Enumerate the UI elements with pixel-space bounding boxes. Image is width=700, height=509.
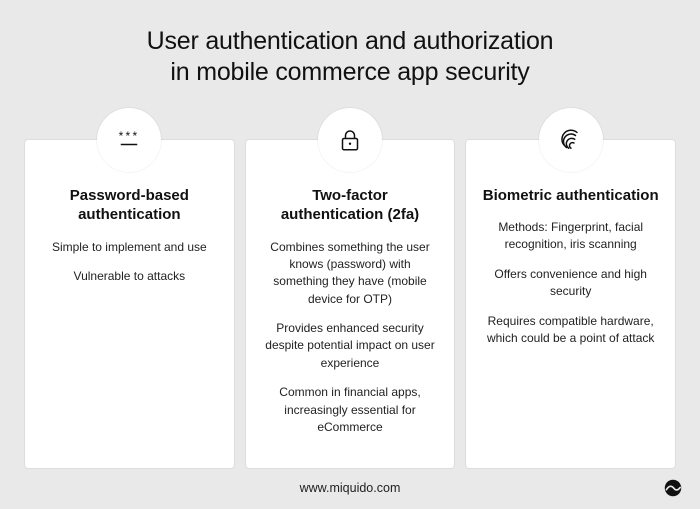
card-point: Vulnerable to attacks bbox=[39, 268, 220, 285]
cards-row: *** Password-based authentication Simple… bbox=[0, 89, 700, 470]
card-point: Offers convenience and high security bbox=[480, 266, 661, 301]
card-heading: Two-factor authentication (2fa) bbox=[260, 186, 441, 225]
card-point: Methods: Fingerprint, facial recognition… bbox=[480, 219, 661, 254]
card-point: Common in financial apps, increasingly e… bbox=[260, 384, 441, 436]
title-line-2: in mobile commerce app security bbox=[170, 58, 529, 86]
footer-url: www.miquido.com bbox=[0, 481, 700, 495]
svg-text:***: *** bbox=[119, 129, 140, 143]
brand-logo-icon bbox=[662, 477, 684, 499]
fingerprint-icon bbox=[539, 108, 603, 172]
card-point: Requires compatible hardware, which coul… bbox=[480, 313, 661, 348]
title-line-1: User authentication and authorization bbox=[147, 27, 554, 55]
page-title: User authentication and authorization in… bbox=[0, 0, 700, 89]
card-2fa: Two-factor authentication (2fa) Combines… bbox=[245, 139, 456, 470]
card-point: Combines something the user knows (passw… bbox=[260, 239, 441, 309]
card-point: Provides enhanced security despite poten… bbox=[260, 320, 441, 372]
card-heading: Biometric authentication bbox=[480, 186, 661, 206]
lock-icon bbox=[318, 108, 382, 172]
card-password: *** Password-based authentication Simple… bbox=[24, 139, 235, 470]
card-heading: Password-based authentication bbox=[39, 186, 220, 225]
card-point: Simple to implement and use bbox=[39, 239, 220, 256]
password-icon: *** bbox=[97, 108, 161, 172]
card-biometric: Biometric authentication Methods: Finger… bbox=[465, 139, 676, 470]
